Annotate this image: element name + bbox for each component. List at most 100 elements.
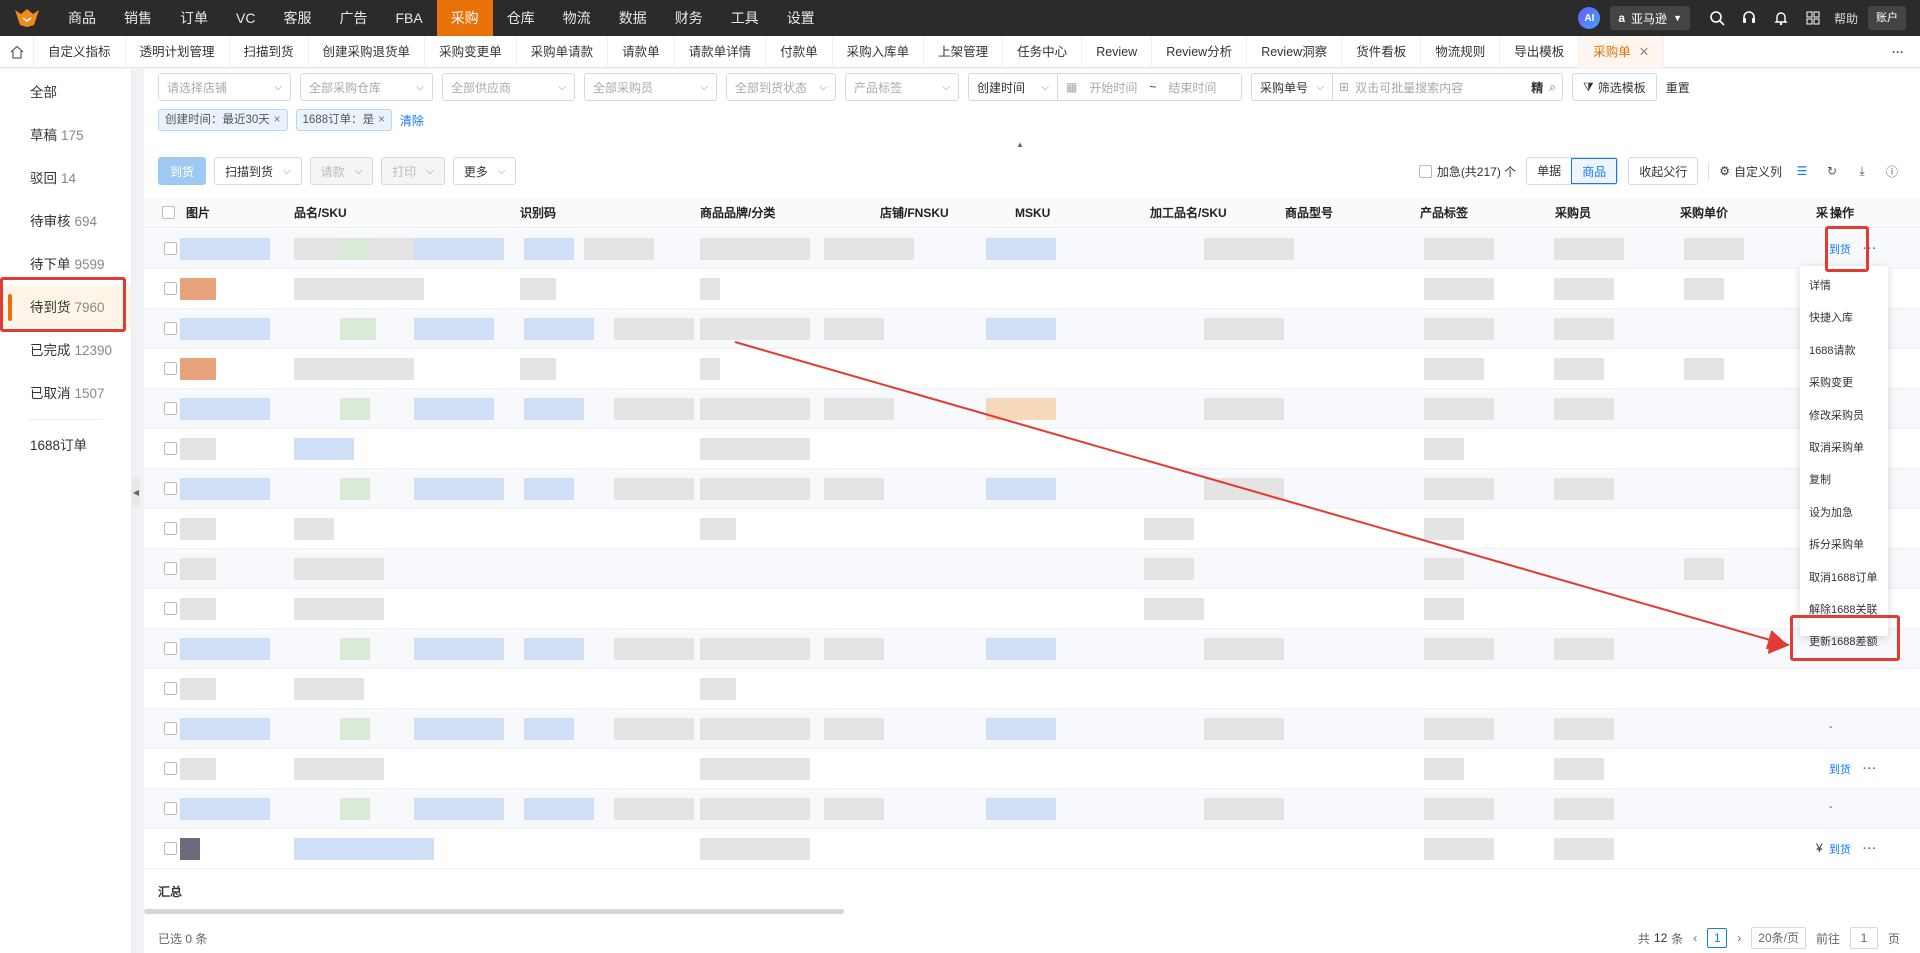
row-arrive-link[interactable]: 到货 <box>1829 841 1851 857</box>
nav-item-5[interactable]: 广告 <box>325 0 381 36</box>
tab-14[interactable]: Review洞察 <box>1247 35 1343 68</box>
custom-columns-button[interactable]: ⚙ 自定义列 <box>1719 163 1782 180</box>
menu-item-10[interactable]: 解除1688关联 <box>1800 594 1888 626</box>
tab-17[interactable]: 导出模板 <box>1500 35 1580 68</box>
row-density-icon[interactable]: ☰ <box>1792 161 1812 181</box>
row-checkbox[interactable] <box>164 602 177 615</box>
next-page-icon[interactable]: › <box>1737 931 1741 945</box>
close-icon[interactable]: × <box>378 114 385 126</box>
sidebar-item-7[interactable]: 已取消 1507 <box>0 372 131 415</box>
tab-16[interactable]: 物流规则 <box>1421 35 1501 68</box>
home-icon[interactable] <box>0 35 34 68</box>
collapse-parent-button[interactable]: 收起父行 <box>1628 157 1699 185</box>
batch-grid-icon[interactable]: ⊞ <box>1339 80 1349 94</box>
table-row[interactable]: 到货 ··· <box>144 749 1920 789</box>
tab-10[interactable]: 上架管理 <box>924 35 1004 68</box>
scan-arrive-button[interactable]: 扫描到货 ⌵ <box>214 157 302 185</box>
tab-5[interactable]: 采购单请款 <box>517 35 609 68</box>
tab-0[interactable]: 自定义指标 <box>34 35 126 68</box>
search-icon[interactable]: ⌕ <box>1549 80 1556 95</box>
download-icon[interactable]: ⤓ <box>1852 161 1872 181</box>
ai-assistant-icon[interactable]: AI <box>1578 7 1601 29</box>
sidebar-item-2[interactable]: 驳回 14 <box>0 157 131 200</box>
date-range-picker[interactable]: ▦ 开始时间 ~ 结束时间 <box>1058 73 1242 101</box>
table-row[interactable]: - <box>144 789 1920 829</box>
sidebar-item-5[interactable]: 待到货 7960 <box>0 286 131 329</box>
help-icon[interactable]: ⓘ <box>1882 161 1902 181</box>
sidebar-item-3[interactable]: 待审核 694 <box>0 200 131 243</box>
tab-18[interactable]: 采购单 ✕ <box>1579 35 1665 68</box>
table-row[interactable]: - <box>144 709 1920 749</box>
row-checkbox[interactable] <box>164 282 177 295</box>
row-checkbox[interactable] <box>164 802 177 815</box>
nav-item-2[interactable]: 订单 <box>166 0 222 36</box>
account-menu[interactable]: 账户 <box>1868 6 1906 30</box>
close-icon[interactable]: ✕ <box>1639 45 1649 59</box>
tab-15[interactable]: 货件看板 <box>1342 35 1422 68</box>
select-all-checkbox[interactable] <box>162 206 175 219</box>
table-row[interactable] <box>144 389 1920 429</box>
nav-item-6[interactable]: FBA <box>381 0 436 36</box>
table-row[interactable] <box>144 429 1920 469</box>
tab-4[interactable]: 采购变更单 <box>425 35 517 68</box>
clear-filters-link[interactable]: 清除 <box>400 112 424 129</box>
filter-template-button[interactable]: ⧩ 筛选模板 <box>1572 73 1657 101</box>
apps-grid-icon[interactable] <box>1802 7 1824 29</box>
nav-item-10[interactable]: 数据 <box>605 0 661 36</box>
table-row[interactable] <box>144 509 1920 549</box>
row-checkbox[interactable] <box>164 642 177 655</box>
nav-item-13[interactable]: 设置 <box>773 0 829 36</box>
goto-page-input[interactable]: 1 <box>1849 927 1878 949</box>
tabs-more-button[interactable]: ··· <box>1892 36 1904 68</box>
headset-icon[interactable] <box>1738 7 1760 29</box>
menu-item-9[interactable]: 取消1688订单 <box>1800 562 1888 594</box>
menu-item-5[interactable]: 取消采购单 <box>1800 432 1888 464</box>
table-row[interactable] <box>144 629 1920 669</box>
supplier-select[interactable]: 全部供应商 ⌵ <box>442 73 575 101</box>
menu-item-8[interactable]: 拆分采购单 <box>1800 529 1888 561</box>
sidebar-item-0[interactable]: 全部 <box>0 71 131 114</box>
row-checkbox[interactable] <box>164 322 177 335</box>
arrive-button[interactable]: 到货 <box>158 157 207 185</box>
bell-icon[interactable] <box>1770 7 1792 29</box>
table-row[interactable]: 到货 ··· ¥ <box>144 829 1920 869</box>
menu-item-7[interactable]: 设为加急 <box>1800 497 1888 529</box>
sidebar-collapse-toggle[interactable]: ◀ <box>132 477 140 507</box>
tab-11[interactable]: 任务中心 <box>1003 35 1083 68</box>
menu-item-6[interactable]: 复制 <box>1800 464 1888 496</box>
row-more-button[interactable]: ··· <box>1863 843 1877 855</box>
nav-item-4[interactable]: 客服 <box>269 0 325 36</box>
filter-chip-created-time[interactable]: 创建时间：最近30天 × <box>158 109 288 131</box>
product-tag-select[interactable]: 产品标签 ⌵ <box>845 73 959 101</box>
table-row[interactable]: 到货 ··· <box>144 229 1920 269</box>
page-1-button[interactable]: 1 <box>1707 928 1728 948</box>
nav-item-7[interactable]: 采购 <box>436 0 493 36</box>
nav-item-3[interactable]: VC <box>222 0 269 36</box>
tab-2[interactable]: 扫描到货 <box>230 35 309 68</box>
tab-6[interactable]: 请款单 <box>608 35 675 68</box>
collapse-filter-toggle[interactable]: ▲ <box>1007 140 1033 150</box>
nav-item-0[interactable]: 商品 <box>54 0 110 36</box>
sidebar-item-6[interactable]: 已完成 12390 <box>0 329 131 372</box>
row-checkbox[interactable] <box>164 442 177 455</box>
nav-item-1[interactable]: 销售 <box>110 0 166 36</box>
help-link[interactable]: 帮助 <box>1834 10 1858 27</box>
table-row[interactable] <box>144 669 1920 709</box>
row-checkbox[interactable] <box>164 842 177 855</box>
site-selector[interactable]: a 亚马逊 ▼ <box>1610 6 1690 30</box>
sidebar-item-1[interactable]: 草稿 175 <box>0 114 131 157</box>
row-arrive-link[interactable]: 到货 <box>1829 761 1851 777</box>
prev-page-icon[interactable]: ‹ <box>1693 931 1697 945</box>
table-row[interactable] <box>144 349 1920 389</box>
tab-3[interactable]: 创建采购退货单 <box>309 35 426 68</box>
menu-item-2[interactable]: 1688请款 <box>1800 335 1888 367</box>
menu-item-4[interactable]: 修改采购员 <box>1800 400 1888 432</box>
menu-item-0[interactable]: 详情 <box>1800 270 1888 302</box>
close-icon[interactable]: × <box>274 114 281 126</box>
table-row[interactable] <box>144 589 1920 629</box>
time-type-select[interactable]: 创建时间 ⌵ <box>968 73 1058 101</box>
search-input[interactable]: ⊞ 双击可批量搜索内容 精 ⌕ <box>1333 73 1563 101</box>
buyer-select[interactable]: 全部采购员 ⌵ <box>584 73 717 101</box>
row-checkbox[interactable] <box>164 762 177 775</box>
row-more-button[interactable]: ··· <box>1863 243 1877 255</box>
